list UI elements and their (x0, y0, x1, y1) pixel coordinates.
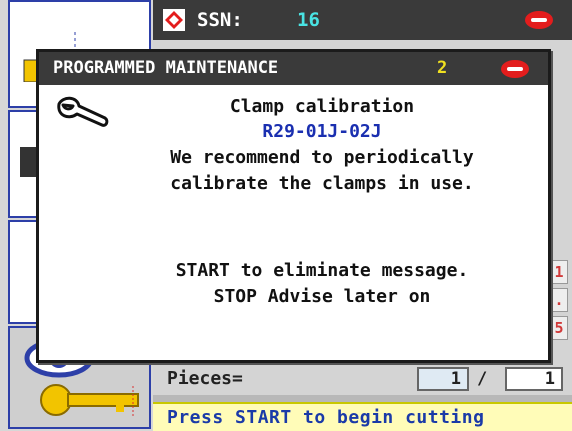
ssn-value: 16 (297, 9, 320, 31)
message-code: R29-01J-02J (262, 121, 382, 142)
pieces-separator: / (477, 369, 488, 389)
start-instruction: START to eliminate message. (175, 260, 469, 281)
dialog-title: PROGRAMMED MAINTENANCE (53, 58, 279, 78)
pieces-label: Pieces= (167, 368, 243, 389)
key-icon (40, 384, 139, 418)
value-digit: 5 (550, 316, 568, 340)
brand-logo-icon (501, 60, 529, 78)
pieces-done-field[interactable]: 1 (417, 367, 469, 391)
warning-diamond-icon (163, 9, 185, 31)
message-line: We recommend to periodically (170, 147, 474, 168)
maintenance-dialog: PROGRAMMED MAINTENANCE 2 Clamp calibrati… (36, 49, 551, 363)
ssn-label: SSN: (197, 9, 243, 31)
message-title: Clamp calibration (229, 96, 415, 117)
message-line: calibrate the clamps in use. (170, 173, 474, 194)
stop-instruction: STOP Advise later on (213, 286, 431, 307)
dialog-count: 2 (437, 58, 448, 78)
value-digit: . (550, 288, 568, 312)
top-bar: SSN: 16 (153, 0, 572, 40)
pieces-total-field[interactable]: 1 (505, 367, 563, 391)
pieces-row: Pieces= 1 / 1 (153, 365, 572, 395)
status-bar: Press START to begin cutting (153, 402, 572, 431)
dialog-titlebar: PROGRAMMED MAINTENANCE 2 (39, 52, 548, 85)
status-message: Press START to begin cutting (167, 407, 485, 428)
value-digit: 1 (550, 260, 568, 284)
brand-logo-icon (525, 11, 553, 29)
